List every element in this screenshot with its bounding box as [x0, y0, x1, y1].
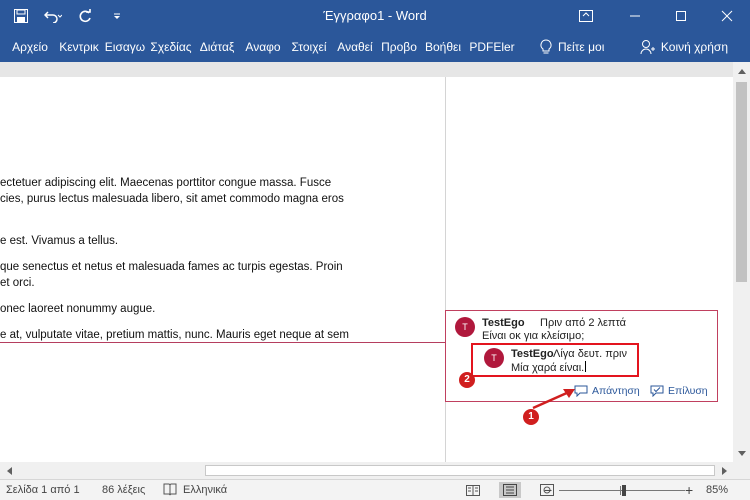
- close-button[interactable]: [704, 0, 750, 32]
- document-line: cies, purus lectus malesuada libero, sit…: [0, 193, 344, 205]
- document-workspace: ectetuer adipiscing elit. Maecenas portt…: [0, 62, 750, 462]
- scrollbar-corner: [733, 462, 750, 479]
- save-icon: [14, 9, 28, 23]
- person-add-icon: [640, 40, 655, 55]
- window-controls: [560, 0, 750, 32]
- minimize-icon: [630, 15, 640, 17]
- close-icon: [721, 10, 733, 22]
- tab-file[interactable]: Αρχείο: [4, 32, 56, 62]
- tab-review[interactable]: Αναθεί: [332, 32, 378, 62]
- markup-pane: [445, 77, 733, 462]
- ribbon-tabs: Αρχείο Κεντρικ Εισαγω Σχεδίας Διάταξ Ανα…: [4, 32, 518, 62]
- commented-text-line: e at, vulputate vitae, pretium mattis, n…: [0, 329, 350, 341]
- resolve-comment-icon: [650, 385, 664, 397]
- ribbon-display-icon: [579, 10, 593, 22]
- maximize-icon: [676, 11, 686, 21]
- zoom-in-button[interactable]: +: [685, 480, 693, 500]
- reply-label: Απάντηση: [592, 385, 640, 397]
- title-bar: Έγγραφο1 - Word: [0, 0, 750, 32]
- print-layout-button[interactable]: [499, 482, 521, 498]
- zoom-out-button[interactable]: −: [544, 480, 552, 500]
- read-mode-icon: [466, 484, 480, 496]
- ribbon-display-options-button[interactable]: [560, 0, 612, 32]
- comment-text: Είναι οκ για κλείσιμο;: [482, 330, 585, 342]
- save-button[interactable]: [8, 4, 34, 28]
- minimize-button[interactable]: [612, 0, 658, 32]
- reply-highlight-box: [471, 343, 639, 377]
- status-bar: Σελίδα 1 από 1 86 λέξεις Ελληνικά − + 85…: [0, 479, 750, 500]
- tab-references[interactable]: Αναφο: [240, 32, 286, 62]
- resolve-label: Επίλυση: [668, 385, 708, 397]
- vertical-scrollbar[interactable]: [733, 62, 750, 462]
- horizontal-scrollbar[interactable]: [0, 462, 733, 479]
- redo-icon: [79, 9, 91, 23]
- zoom-slider-thumb[interactable]: [622, 485, 626, 496]
- zoom-slider-center-tick: [620, 486, 621, 495]
- tell-me-label: Πείτε μοι: [558, 40, 605, 54]
- annotation-badge-2: 2: [459, 372, 475, 388]
- document-line: et orci.: [0, 277, 35, 289]
- resolve-button[interactable]: Επίλυση: [650, 383, 708, 399]
- redo-button[interactable]: [72, 4, 98, 28]
- quick-access-toolbar: [8, 4, 130, 28]
- tab-layout[interactable]: Διάταξ: [194, 32, 240, 62]
- share-button[interactable]: Κοινή χρήση: [640, 32, 728, 62]
- zoom-level[interactable]: 85%: [706, 480, 728, 500]
- tab-view[interactable]: Προβο: [378, 32, 420, 62]
- horizontal-scroll-thumb[interactable]: [205, 465, 715, 476]
- proofing-book-icon: [163, 483, 177, 496]
- chevron-down-icon: [114, 13, 120, 19]
- tab-insert[interactable]: Εισαγω: [102, 32, 148, 62]
- comment-thread[interactable]: T TestEgo Πριν από 2 λεπτά Είναι οκ για …: [445, 310, 718, 402]
- plus-icon: +: [685, 482, 694, 498]
- avatar: T: [455, 317, 475, 337]
- undo-icon: [44, 11, 62, 23]
- vertical-scroll-thumb[interactable]: [736, 82, 747, 282]
- chevron-up-icon: [737, 68, 746, 74]
- read-mode-button[interactable]: [462, 482, 484, 498]
- lightbulb-icon: [540, 39, 552, 54]
- scroll-up-button[interactable]: [733, 62, 750, 79]
- tab-pdfelement[interactable]: PDFEler: [466, 32, 518, 62]
- maximize-button[interactable]: [658, 0, 704, 32]
- comment-time: Πριν από 2 λεπτά: [540, 317, 627, 329]
- tell-me-search[interactable]: Πείτε μοι: [540, 32, 604, 62]
- language-indicator[interactable]: Ελληνικά: [183, 480, 227, 500]
- share-label: Κοινή χρήση: [660, 40, 728, 54]
- customize-toolbar-button[interactable]: [104, 4, 130, 28]
- document-page[interactable]: ectetuer adipiscing elit. Maecenas portt…: [0, 77, 445, 462]
- page-count[interactable]: Σελίδα 1 από 1: [6, 480, 80, 500]
- ribbon-tab-bar: Αρχείο Κεντρικ Εισαγω Σχεδίας Διάταξ Ανα…: [0, 32, 750, 62]
- scroll-left-button[interactable]: [0, 462, 17, 479]
- document-line: que senectus et netus et malesuada fames…: [0, 261, 343, 273]
- proofing-button[interactable]: [163, 483, 177, 497]
- comment-anchor-line: [0, 342, 445, 343]
- document-line: ectetuer adipiscing elit. Maecenas portt…: [0, 177, 332, 189]
- scroll-right-button[interactable]: [716, 462, 733, 479]
- chevron-right-icon: [721, 466, 727, 475]
- reply-button[interactable]: Απάντηση: [574, 383, 640, 399]
- tab-design[interactable]: Σχεδίας: [148, 32, 194, 62]
- document-line: e est. Vivamus a tellus.: [0, 235, 119, 247]
- annotation-badge-1: 1: [523, 409, 539, 425]
- print-layout-icon: [503, 484, 517, 496]
- comment-author: TestEgo: [482, 317, 525, 329]
- tab-mailings[interactable]: Στοιχεί: [286, 32, 332, 62]
- tab-home[interactable]: Κεντρικ: [56, 32, 102, 62]
- document-line: onec laoreet nonummy augue.: [0, 303, 156, 315]
- tab-help[interactable]: Βοήθει: [420, 32, 466, 62]
- undo-button[interactable]: [40, 4, 66, 28]
- chevron-down-icon: [737, 450, 746, 456]
- scroll-down-button[interactable]: [733, 445, 750, 462]
- word-count[interactable]: 86 λέξεις: [102, 480, 145, 500]
- chevron-left-icon: [6, 466, 12, 475]
- minus-icon: −: [544, 482, 553, 498]
